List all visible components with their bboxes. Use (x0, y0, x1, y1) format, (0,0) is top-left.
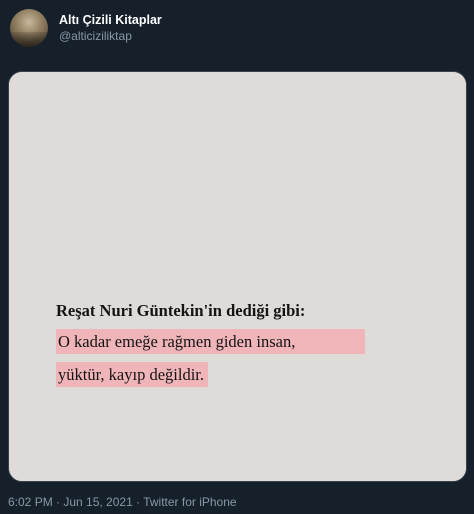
quote-title: Reşat Nuri Güntekin'in dediği gibi: (56, 301, 306, 320)
author-names: Altı Çizili Kitaplar @alticiziliktap (59, 12, 162, 44)
quote-line-2: yüktür, kayıp değildir. (56, 362, 208, 387)
avatar[interactable] (10, 9, 48, 47)
quote-line-1: O kadar emeğe rağmen giden insan, (56, 329, 365, 354)
quote-text: Reşat Nuri Güntekin'in dediği gibi: O ka… (56, 301, 365, 387)
display-name[interactable]: Altı Çizili Kitaplar (59, 12, 162, 28)
handle[interactable]: @alticiziliktap (59, 29, 162, 44)
tweet-media[interactable]: Reşat Nuri Güntekin'in dediği gibi: O ka… (8, 71, 467, 482)
tweet-header: Altı Çizili Kitaplar @alticiziliktap (10, 8, 162, 48)
media-background (9, 72, 466, 481)
tweet-meta[interactable]: 6:02 PM · Jun 15, 2021 · Twitter for iPh… (8, 494, 237, 510)
